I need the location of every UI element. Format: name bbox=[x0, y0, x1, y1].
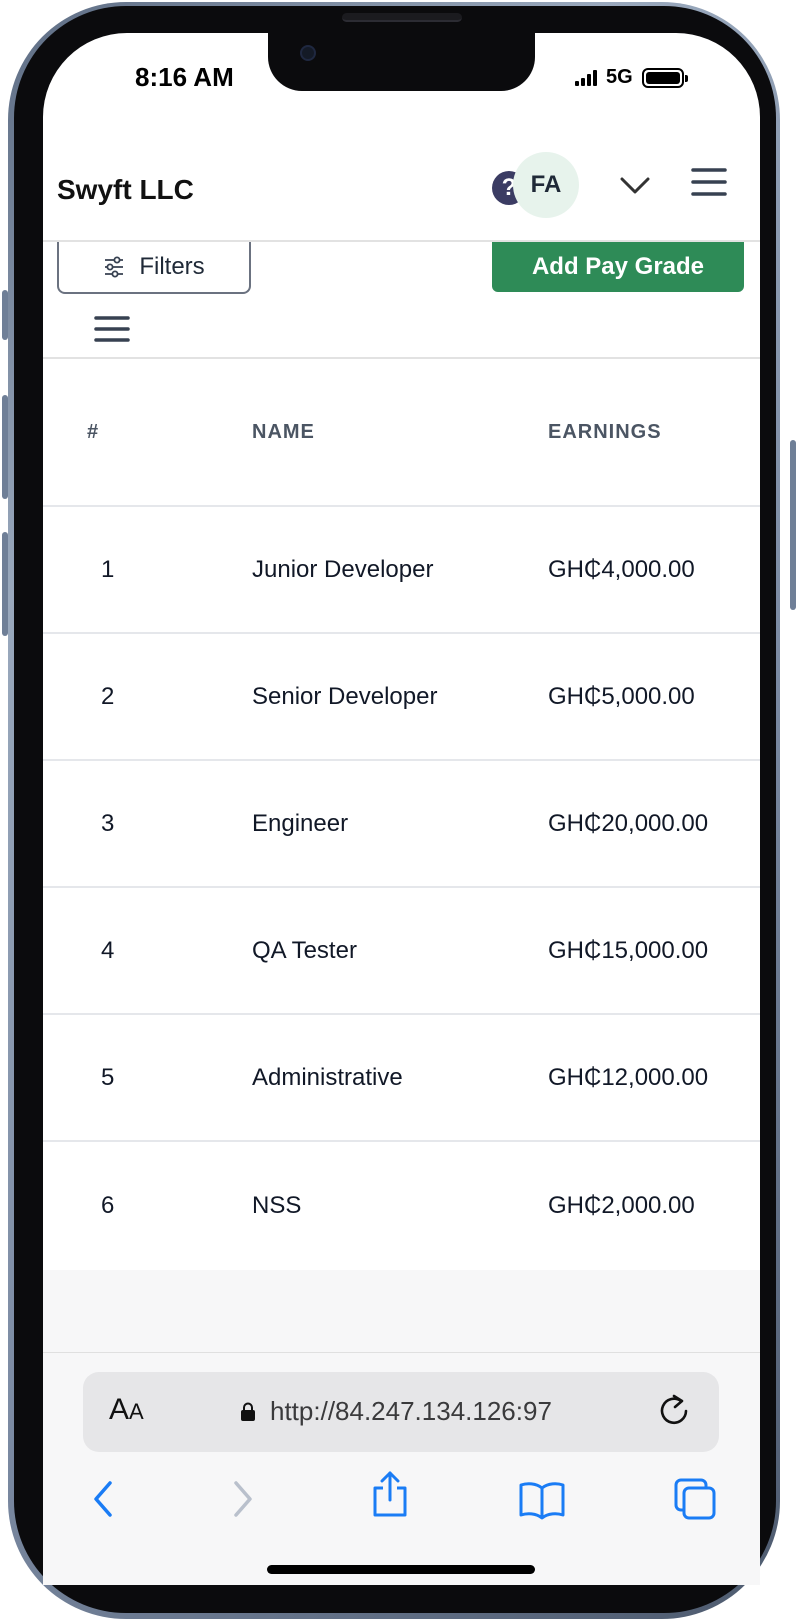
share-icon[interactable] bbox=[370, 1470, 410, 1518]
forward-icon[interactable] bbox=[228, 1477, 258, 1521]
column-header-number[interactable]: # bbox=[43, 421, 252, 444]
row-earnings: GH₵4,000.00 bbox=[548, 555, 695, 583]
row-number: 3 bbox=[101, 809, 115, 837]
table-row[interactable]: 5 Administrative GH₵12,000.00 bbox=[43, 1015, 760, 1142]
row-number: 2 bbox=[101, 682, 115, 710]
row-name: NSS bbox=[252, 1191, 302, 1219]
row-number: 1 bbox=[101, 555, 115, 583]
home-indicator[interactable] bbox=[267, 1565, 535, 1574]
add-pay-grade-button[interactable]: Add Pay Grade bbox=[492, 242, 744, 292]
url-text[interactable]: http://84.247.134.126:97 bbox=[270, 1396, 552, 1427]
earpiece-speaker bbox=[342, 13, 462, 22]
row-number: 6 bbox=[101, 1191, 115, 1219]
reload-icon[interactable] bbox=[657, 1391, 691, 1431]
notch bbox=[268, 33, 535, 91]
table-row[interactable]: 1 Junior Developer GH₵4,000.00 bbox=[43, 507, 760, 634]
mute-switch bbox=[2, 290, 8, 340]
tabs-icon[interactable] bbox=[673, 1477, 717, 1521]
bookmarks-icon[interactable] bbox=[518, 1480, 566, 1520]
column-header-earnings[interactable]: EARNINGS bbox=[548, 421, 760, 444]
back-icon[interactable] bbox=[88, 1477, 118, 1521]
volume-down-button bbox=[2, 532, 8, 636]
table-header: # NAME EARNINGS bbox=[43, 359, 760, 507]
filters-label: Filters bbox=[139, 253, 205, 280]
volume-up-button bbox=[2, 395, 8, 499]
avatar[interactable]: FA bbox=[513, 152, 579, 218]
row-earnings: GH₵2,000.00 bbox=[548, 1191, 695, 1219]
status-indicators: 5G bbox=[575, 66, 688, 89]
table-row[interactable]: 3 Engineer GH₵20,000.00 bbox=[43, 761, 760, 888]
battery-icon bbox=[641, 67, 688, 88]
chevron-down-icon[interactable] bbox=[618, 168, 652, 202]
brand-name: Swyft LLC bbox=[57, 174, 194, 205]
power-button bbox=[790, 440, 796, 610]
lock-icon bbox=[241, 1402, 255, 1421]
row-earnings: GH₵5,000.00 bbox=[548, 682, 695, 710]
row-earnings: GH₵15,000.00 bbox=[548, 936, 709, 964]
table-menu-icon[interactable] bbox=[94, 314, 130, 344]
hamburger-menu-icon[interactable] bbox=[691, 166, 727, 198]
row-name: Administrative bbox=[252, 1063, 403, 1091]
row-number: 5 bbox=[101, 1063, 115, 1091]
row-name: Senior Developer bbox=[252, 682, 438, 710]
row-number: 4 bbox=[101, 936, 115, 964]
text-size-button[interactable]: AA bbox=[109, 1393, 144, 1427]
column-header-name[interactable]: NAME bbox=[252, 421, 548, 444]
front-camera bbox=[300, 45, 316, 61]
table-row[interactable]: 4 QA Tester GH₵15,000.00 bbox=[43, 888, 760, 1015]
filters-button[interactable]: Filters bbox=[57, 242, 251, 294]
row-earnings: GH₵12,000.00 bbox=[548, 1063, 709, 1091]
row-name: QA Tester bbox=[252, 936, 357, 964]
page-footer-area bbox=[43, 1270, 760, 1352]
signal-icon bbox=[575, 69, 597, 86]
row-name: Junior Developer bbox=[252, 555, 434, 583]
status-time: 8:16 AM bbox=[135, 62, 234, 92]
app-header: Swyft LLC ? FA bbox=[43, 138, 760, 242]
sliders-icon bbox=[105, 256, 124, 278]
row-earnings: GH₵20,000.00 bbox=[548, 809, 709, 837]
table-row[interactable]: 6 NSS GH₵2,000.00 bbox=[43, 1142, 760, 1269]
table-row[interactable]: 2 Senior Developer GH₵5,000.00 bbox=[43, 634, 760, 761]
pay-grades-table: # NAME EARNINGS 1 Junior Developer GH₵4,… bbox=[43, 359, 760, 1269]
network-type: 5G bbox=[606, 66, 633, 88]
row-name: Engineer bbox=[252, 809, 349, 837]
